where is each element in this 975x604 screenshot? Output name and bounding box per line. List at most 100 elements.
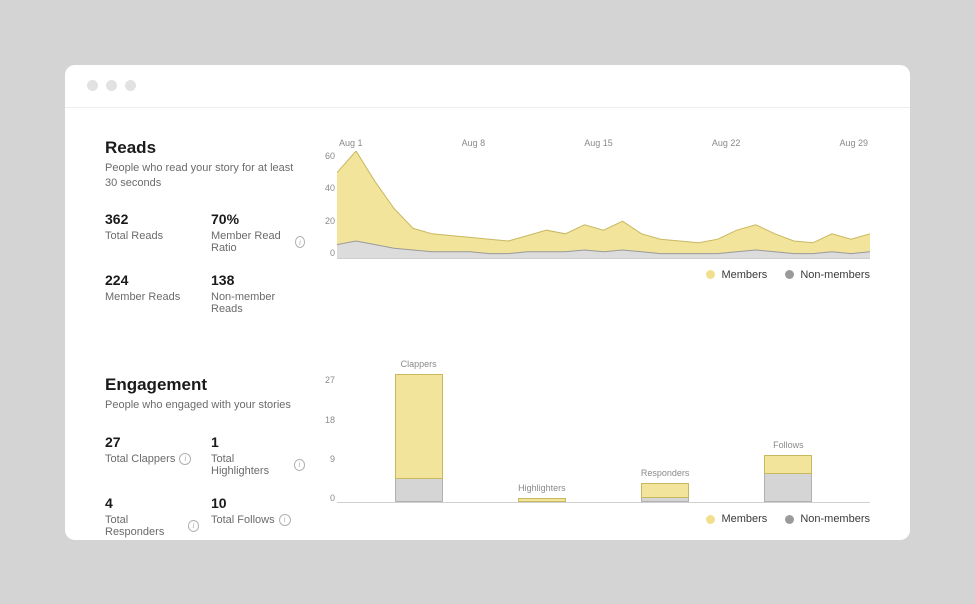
swatch-members-icon xyxy=(706,515,715,524)
content: Reads People who read your story for at … xyxy=(65,108,910,540)
engagement-section: Engagement People who engaged with your … xyxy=(105,375,870,537)
y-tick: 60 xyxy=(321,151,335,161)
swatch-nonmembers-icon xyxy=(785,515,794,524)
info-icon[interactable]: i xyxy=(188,520,199,532)
y-tick: 9 xyxy=(321,454,335,464)
stat-label: Non-member Reads xyxy=(211,291,305,315)
stat-value: 70% xyxy=(211,211,305,227)
reads-stats: 362 Total Reads 70% Member Read Ratio i … xyxy=(105,211,305,315)
x-tick: Aug 29 xyxy=(839,138,868,148)
legend-label: Members xyxy=(721,269,767,281)
bar-label: Responders xyxy=(641,468,690,478)
reads-legend: Members Non-members xyxy=(337,269,870,281)
stat-value: 27 xyxy=(105,434,199,450)
y-tick: 40 xyxy=(321,183,335,193)
engagement-title: Engagement xyxy=(105,375,305,395)
engagement-stats: 27 Total Clappers i 1 Total Highlighters… xyxy=(105,434,305,538)
engagement-y-ticks: 27 18 9 0 xyxy=(321,375,335,503)
bar-segment-nonmembers xyxy=(764,474,812,502)
engagement-subtitle: People who engaged with your stories xyxy=(105,398,305,413)
stat-member-ratio: 70% Member Read Ratio i xyxy=(211,211,305,254)
bar xyxy=(395,374,443,502)
stat-total-reads: 362 Total Reads xyxy=(105,211,199,254)
bar-segment-members xyxy=(764,455,812,474)
legend-members: Members xyxy=(706,269,767,281)
bar-segment-nonmembers xyxy=(395,479,443,503)
stat-label-text: Total Highlighters xyxy=(211,453,290,477)
engagement-legend: Members Non-members xyxy=(337,513,870,525)
legend-nonmembers: Non-members xyxy=(785,513,870,525)
engagement-bar-plot: 27 18 9 0 ClappersHighlightersResponders… xyxy=(337,375,870,503)
x-tick: Aug 1 xyxy=(339,138,363,148)
stat-responders: 4 Total Responders i xyxy=(105,495,199,538)
bar-slot: Highlighters xyxy=(480,375,603,502)
stat-label-text: Total Follows xyxy=(211,514,275,526)
window-zoom-icon[interactable] xyxy=(125,80,136,91)
stat-label: Total Clappers i xyxy=(105,453,199,465)
y-tick: 0 xyxy=(321,248,335,258)
reads-summary: Reads People who read your story for at … xyxy=(105,138,305,316)
stat-nonmember-reads: 138 Non-member Reads xyxy=(211,272,305,315)
stat-member-reads: 224 Member Reads xyxy=(105,272,199,315)
reads-chart: Aug 1 Aug 8 Aug 15 Aug 22 Aug 29 60 40 2… xyxy=(337,138,870,316)
stat-value: 138 xyxy=(211,272,305,288)
reads-title: Reads xyxy=(105,138,305,158)
window-minimize-icon[interactable] xyxy=(106,80,117,91)
legend-label: Non-members xyxy=(800,513,870,525)
stat-label: Member Read Ratio i xyxy=(211,230,305,254)
legend-nonmembers: Non-members xyxy=(785,269,870,281)
stat-label: Total Highlighters i xyxy=(211,453,305,477)
info-icon[interactable]: i xyxy=(295,236,305,248)
bar-slot: Responders xyxy=(604,375,727,502)
stat-value: 10 xyxy=(211,495,305,511)
engagement-chart: 27 18 9 0 ClappersHighlightersResponders… xyxy=(337,375,870,537)
legend-label: Members xyxy=(721,513,767,525)
stat-label-text: Total Responders xyxy=(105,514,184,538)
bar-label: Follows xyxy=(773,440,804,450)
bar-segment-members xyxy=(518,498,566,503)
bar-segment-members xyxy=(395,374,443,478)
x-tick: Aug 15 xyxy=(584,138,613,148)
stat-label-text: Total Clappers xyxy=(105,453,175,465)
swatch-members-icon xyxy=(706,270,715,279)
bar xyxy=(518,498,566,503)
stat-label-text: Member Read Ratio xyxy=(211,230,291,254)
x-tick: Aug 22 xyxy=(712,138,741,148)
bar xyxy=(641,483,689,502)
stat-label: Member Reads xyxy=(105,291,199,303)
stat-clappers: 27 Total Clappers i xyxy=(105,434,199,477)
stat-label: Total Reads xyxy=(105,230,199,242)
titlebar xyxy=(65,65,910,108)
swatch-nonmembers-icon xyxy=(785,270,794,279)
y-tick: 18 xyxy=(321,415,335,425)
y-tick: 27 xyxy=(321,375,335,385)
reads-y-ticks: 60 40 20 0 xyxy=(321,151,335,259)
stat-highlighters: 1 Total Highlighters i xyxy=(211,434,305,477)
y-tick: 20 xyxy=(321,216,335,226)
stat-follows: 10 Total Follows i xyxy=(211,495,305,538)
info-icon[interactable]: i xyxy=(179,453,191,465)
bar-label: Clappers xyxy=(401,359,437,369)
bar-segment-nonmembers xyxy=(641,498,689,503)
stat-value: 224 xyxy=(105,272,199,288)
reads-subtitle: People who read your story for at least … xyxy=(105,161,305,192)
engagement-summary: Engagement People who engaged with your … xyxy=(105,375,305,537)
stat-value: 4 xyxy=(105,495,199,511)
info-icon[interactable]: i xyxy=(294,459,305,471)
stat-value: 1 xyxy=(211,434,305,450)
reads-x-ticks: Aug 1 Aug 8 Aug 15 Aug 22 Aug 29 xyxy=(337,138,870,148)
y-tick: 0 xyxy=(321,493,335,503)
stat-value: 362 xyxy=(105,211,199,227)
bar xyxy=(764,455,812,502)
window-close-icon[interactable] xyxy=(87,80,98,91)
x-tick: Aug 8 xyxy=(462,138,486,148)
bar-slot: Clappers xyxy=(357,375,480,502)
bar-label: Highlighters xyxy=(518,483,566,493)
reads-section: Reads People who read your story for at … xyxy=(105,138,870,316)
stat-label: Total Follows i xyxy=(211,514,305,526)
bar-segment-members xyxy=(641,483,689,497)
bar-slot: Follows xyxy=(727,375,850,502)
legend-members: Members xyxy=(706,513,767,525)
info-icon[interactable]: i xyxy=(279,514,291,526)
reads-area-plot: 60 40 20 0 xyxy=(337,151,870,259)
